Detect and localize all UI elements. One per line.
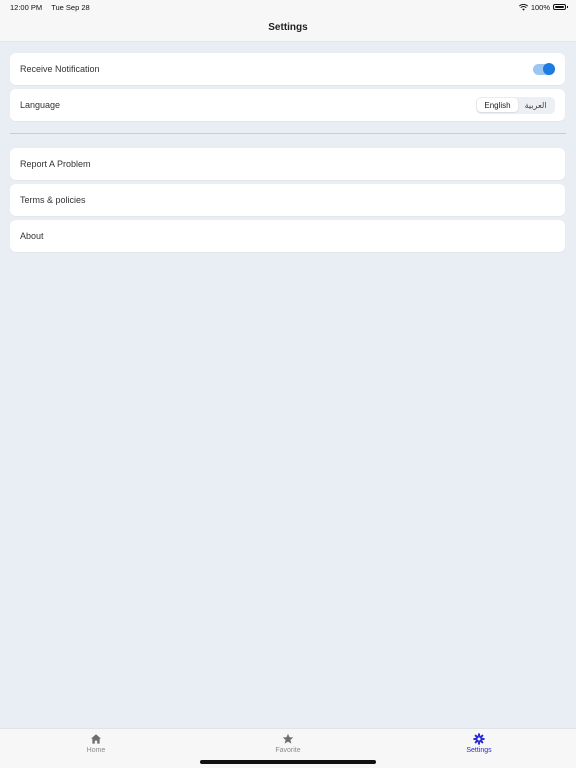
- nav-bar: Settings: [0, 14, 576, 42]
- language-label: Language: [20, 100, 61, 110]
- home-indicator: [200, 760, 376, 764]
- notification-toggle[interactable]: [533, 63, 555, 75]
- battery-icon: [553, 4, 568, 10]
- report-problem-label: Report A Problem: [20, 159, 91, 169]
- terms-policies-row[interactable]: Terms & policies: [10, 184, 565, 216]
- tab-favorite-label: Favorite: [275, 747, 301, 754]
- tab-settings[interactable]: Settings: [419, 733, 539, 754]
- about-row[interactable]: About: [10, 220, 565, 252]
- notification-row: Receive Notification: [10, 53, 565, 85]
- tab-favorite[interactable]: Favorite: [228, 733, 348, 754]
- page-title: Settings: [268, 22, 308, 33]
- gear-icon: [473, 733, 485, 745]
- notification-label: Receive Notification: [20, 64, 100, 74]
- toggle-knob: [543, 63, 555, 75]
- terms-policies-label: Terms & policies: [20, 195, 86, 205]
- home-icon: [91, 734, 101, 744]
- language-row: Language English العربية: [10, 89, 565, 121]
- about-label: About: [20, 231, 44, 241]
- status-bar: 12:00 PM Tue Sep 28 100%: [0, 0, 576, 14]
- status-date: Tue Sep 28: [51, 2, 90, 12]
- language-option-english[interactable]: English: [477, 98, 518, 112]
- language-selector: English العربية: [475, 96, 555, 114]
- tab-home[interactable]: Home: [36, 733, 156, 754]
- report-problem-row[interactable]: Report A Problem: [10, 148, 565, 180]
- battery-percent: 100%: [530, 2, 550, 12]
- status-time: 12:00 PM: [10, 2, 43, 12]
- language-option-arabic[interactable]: العربية: [518, 98, 554, 112]
- star-icon: [282, 733, 294, 744]
- section-divider: [10, 133, 566, 134]
- tab-home-label: Home: [86, 747, 106, 754]
- wifi-icon: [518, 3, 528, 11]
- status-left: 12:00 PM Tue Sep 28: [10, 3, 90, 12]
- status-right: 100%: [518, 2, 568, 12]
- tab-settings-label: Settings: [466, 747, 492, 754]
- settings-screen: 12:00 PM Tue Sep 28 100% Settings Receiv…: [0, 0, 576, 768]
